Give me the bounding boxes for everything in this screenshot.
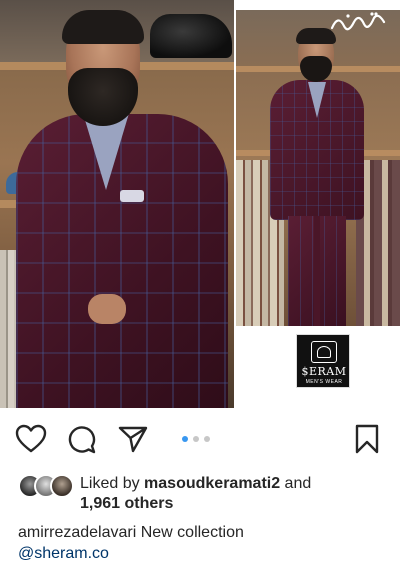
like-button[interactable] [14,422,48,456]
likes-others-link[interactable]: 1,961 others [80,494,173,514]
brand-tagline: MEN'S WEAR [305,379,343,385]
caption-username-link[interactable]: amirrezadelavari [18,524,136,541]
model-beard [300,56,332,82]
model-hand [88,294,126,324]
plaid-suit [16,114,228,408]
post-image[interactable]: $ERAM MEN'S WEAR [0,0,400,408]
post-caption: amirrezadelavari New collection @sheram.… [18,522,388,562]
brand-emblem-icon [311,341,337,363]
pocket-square [120,190,144,202]
suit-trousers [288,216,346,326]
bookmark-icon [355,424,379,454]
brand-logo: $ERAM MEN'S WEAR [296,334,350,388]
paper-plane-icon [118,426,148,453]
likes-joiner: and [280,475,312,492]
carousel-dot [193,436,199,442]
comment-button[interactable] [64,422,98,456]
model-figure [10,10,234,408]
save-button[interactable] [350,422,384,456]
post-action-bar [0,418,400,458]
photo-model-fullbody [236,10,400,326]
caption-text: New collection [136,524,244,541]
liker-username-link[interactable]: masoudkeramati2 [144,475,280,492]
caption-mention-link[interactable]: @sheram.co [18,543,388,562]
brand-name: $ERAM [301,365,347,378]
photo-model-closeup [0,0,234,408]
carousel-dot-active [182,436,188,442]
liker-avatars[interactable] [18,474,76,498]
carousel-dot [204,436,210,442]
share-button[interactable] [116,422,150,456]
watermark-logo [326,8,392,38]
likes-line: Liked by masoudkeramati2 and [80,474,311,494]
likes-summary: Liked by masoudkeramati2 and 1,961 other… [18,470,388,514]
comment-bubble-icon [68,426,96,454]
heart-icon [15,424,47,453]
carousel-indicator [182,436,210,444]
avatar[interactable] [50,474,74,498]
watermark-script-icon [330,12,386,31]
likes-prefix: Liked by [80,475,145,492]
model-hair [62,10,144,44]
